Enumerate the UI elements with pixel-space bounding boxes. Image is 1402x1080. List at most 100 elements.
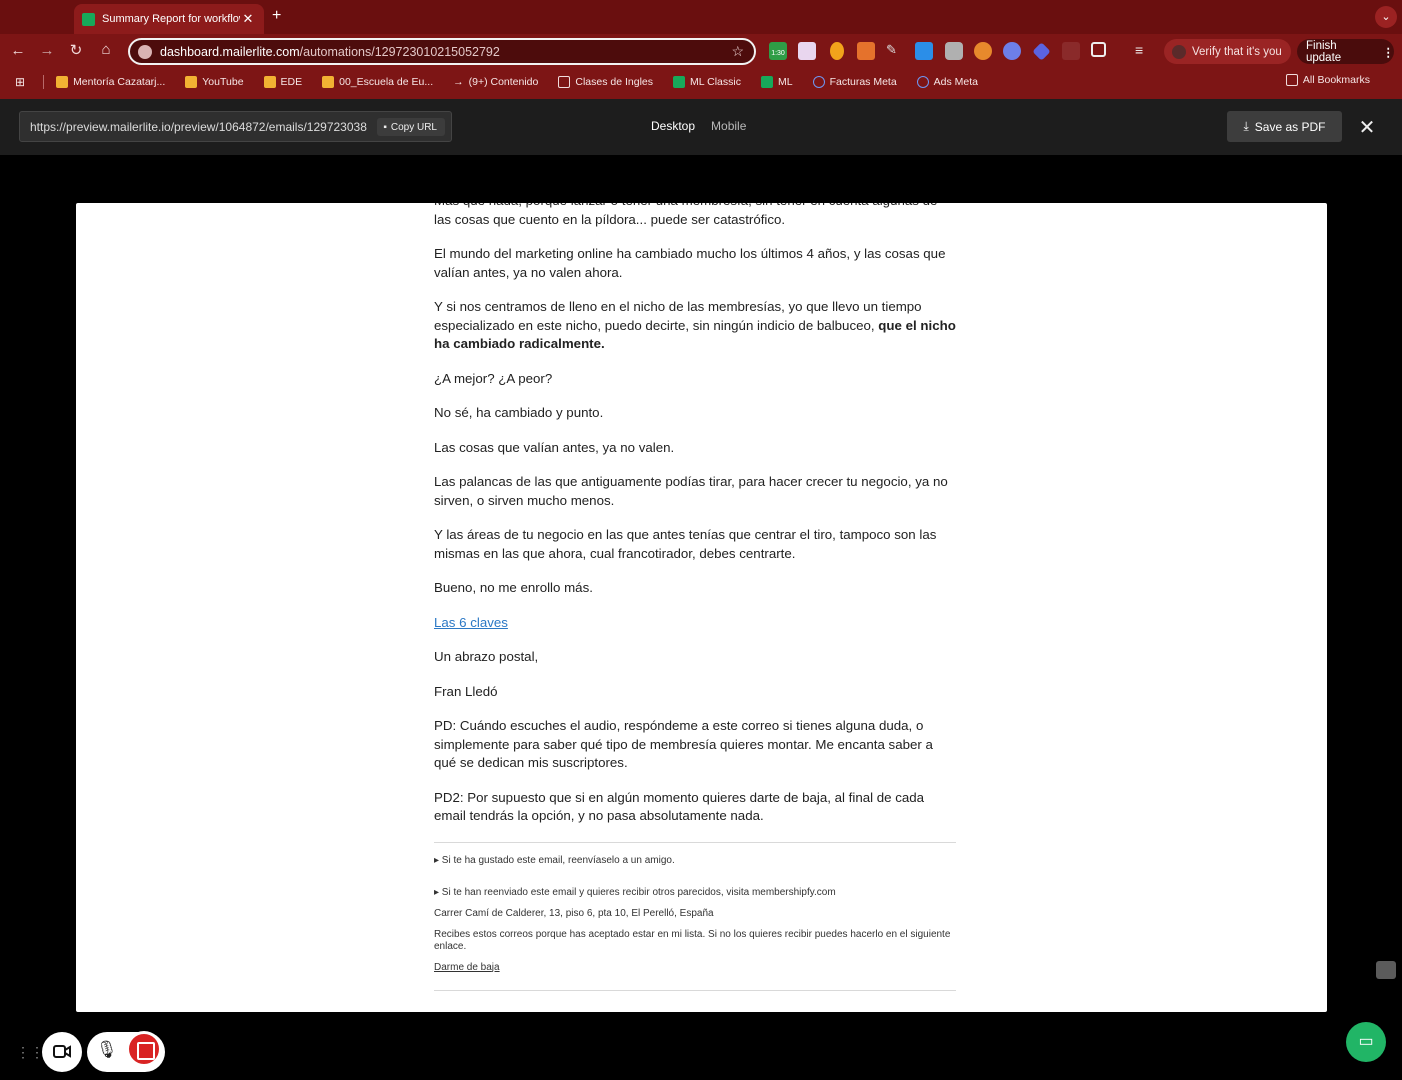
extension-mail-icon[interactable]: [798, 42, 816, 60]
drag-handle-icon[interactable]: ⋮⋮: [16, 1044, 44, 1062]
bookmark-item[interactable]: YouTube: [185, 76, 244, 88]
bookmark-item[interactable]: Mentoría Cazatarj...: [56, 76, 165, 88]
all-bookmarks-label: All Bookmarks: [1302, 74, 1370, 86]
meta-icon: [812, 76, 825, 88]
arrow-right-icon: →: [453, 76, 464, 88]
email-paragraph: Y si nos centramos de lleno en el nicho …: [434, 298, 956, 354]
footer-text: ▸ Si te ha gustado este email, reenvíase…: [434, 854, 675, 866]
email-paragraph: Más que nada, porque lanzar o tener una …: [434, 203, 937, 227]
claves-link[interactable]: Las 6 claves: [434, 615, 508, 630]
bookmark-item[interactable]: 00_Escuela de Eu...: [322, 76, 433, 88]
extension-pen-icon[interactable]: ✎: [886, 42, 904, 60]
email-paragraph: Y las áreas de tu negocio en las que ant…: [434, 527, 937, 561]
email-body: Más que nada, porque lanzar o tener una …: [434, 203, 956, 1003]
extension-orange-icon[interactable]: [857, 42, 875, 60]
home-icon[interactable]: ⌂: [96, 41, 116, 58]
folder-icon: [1285, 74, 1298, 86]
all-bookmarks[interactable]: All Bookmarks: [1285, 74, 1370, 86]
extensions-puzzle-icon[interactable]: [1091, 42, 1106, 57]
sheets-favicon-icon: [82, 12, 95, 26]
bookmark-item[interactable]: ML Classic: [673, 76, 741, 88]
preview-header: https://preview.mailerlite.io/preview/10…: [0, 99, 1402, 155]
close-preview-icon[interactable]: ✕: [1357, 115, 1377, 140]
browser-tab[interactable]: Summary Report for workflow ✕: [74, 4, 264, 34]
bookmarks-bar: ⊞ Mentoría Cazatarj... YouTube EDE 00_Es…: [0, 71, 1402, 93]
extension-bulb-icon[interactable]: [830, 42, 844, 60]
reading-list-icon[interactable]: ≡: [1135, 42, 1153, 60]
copy-icon: ▪: [383, 121, 387, 133]
preview-stage: Más que nada, porque lanzar o tener una …: [0, 155, 1402, 1080]
bookmark-label: Mentoría Cazatarj...: [73, 76, 166, 88]
bookmark-star-icon[interactable]: ☆: [731, 43, 744, 60]
bookmark-label: YouTube: [202, 76, 244, 88]
bookmark-folder[interactable]: Clases de Ingles: [558, 76, 653, 88]
microphone-icon[interactable]: 🎙: [96, 1040, 118, 1060]
screenshot-tool-icon[interactable]: [1376, 961, 1396, 979]
site-info-icon[interactable]: [138, 44, 152, 59]
bookmark-item[interactable]: Ads Meta: [916, 76, 978, 88]
copy-url-button[interactable]: ▪ Copy URL: [377, 118, 445, 136]
tab-search-chevron-icon[interactable]: ⌄: [1375, 6, 1397, 28]
email-paragraph: Las cosas que valían antes, ya no valen.: [434, 439, 675, 455]
extension-camera-icon[interactable]: [945, 42, 963, 60]
footer-divider: [434, 841, 956, 843]
preview-url-text: https://preview.mailerlite.io/preview/10…: [30, 119, 367, 134]
bookmarks-divider: [43, 75, 45, 89]
url-path: /automations/129723010215052792: [299, 44, 500, 59]
email-paragraph: Las 6 claves: [434, 614, 956, 633]
apps-grid-icon[interactable]: ⊞: [15, 75, 25, 89]
extension-fox-icon[interactable]: [974, 42, 992, 60]
recorder-controls: ⋮⋮ 🎙: [0, 1027, 200, 1077]
bookmark-label: ML: [777, 76, 793, 88]
url-host: dashboard.mailerlite.com: [160, 44, 300, 59]
bookmark-item[interactable]: EDE: [263, 76, 303, 88]
folder-icon: [558, 76, 571, 88]
bookmark-item[interactable]: ML: [760, 76, 793, 88]
extension-tag-icon[interactable]: [1032, 42, 1051, 61]
email-signature: Fran Lledó: [434, 683, 498, 699]
email-paragraph: PD: Cuándo escuches el audio, respóndeme…: [434, 718, 933, 770]
unsubscribe-link[interactable]: Darme de baja: [434, 962, 500, 973]
save-as-pdf-button[interactable]: ⤓ Save as PDF: [1227, 111, 1342, 142]
chat-support-icon[interactable]: ▭: [1346, 1022, 1386, 1062]
drive-icon: [322, 76, 335, 88]
tab-title: Summary Report for workflow: [102, 13, 240, 25]
email-paragraph: No sé, ha cambiado y punto.: [434, 405, 604, 420]
address-bar[interactable]: dashboard.mailerlite.com/automations/129…: [128, 38, 756, 65]
more-menu-icon[interactable]: ⋮: [1383, 45, 1395, 59]
camera-button[interactable]: [42, 1032, 82, 1072]
verify-account-button[interactable]: Verify that it's you: [1164, 39, 1291, 64]
forward-icon[interactable]: →: [37, 42, 57, 59]
bookmark-label: ML Classic: [690, 76, 741, 88]
view-toggle: Desktop Mobile: [651, 119, 746, 133]
tab-desktop[interactable]: Desktop: [651, 119, 695, 133]
stop-recording-button[interactable]: [126, 1031, 162, 1067]
bookmark-item[interactable]: Facturas Meta: [812, 76, 897, 88]
preview-url-field[interactable]: https://preview.mailerlite.io/preview/10…: [19, 111, 452, 142]
new-tab-icon[interactable]: +: [272, 7, 281, 25]
drive-icon: [185, 76, 198, 88]
bookmark-label: EDE: [280, 76, 303, 88]
browser-chrome: Summary Report for workflow ✕ + ⌄ ← → ↻ …: [0, 0, 1402, 99]
reload-icon[interactable]: ↻: [66, 41, 86, 59]
drive-icon: [56, 76, 69, 88]
footer-unsubscribe: Darme de baja: [434, 962, 956, 974]
drive-icon: [263, 76, 276, 88]
extension-play-icon[interactable]: [915, 42, 933, 60]
email-paragraph: PD2: Por supuesto que si en algún moment…: [434, 789, 925, 824]
email-preview-frame[interactable]: Más que nada, porque lanzar o tener una …: [76, 203, 1327, 1012]
extension-globe-icon[interactable]: [1003, 42, 1021, 60]
verify-label: Verify that it's you: [1192, 45, 1282, 58]
close-tab-icon[interactable]: ✕: [240, 11, 256, 27]
extension-timer-icon[interactable]: 1:30: [769, 42, 787, 60]
back-icon[interactable]: ←: [8, 42, 28, 59]
email-paragraph: El mundo del marketing online ha cambiad…: [434, 246, 946, 280]
email-paragraph: Las palancas de las que antiguamente pod…: [434, 474, 948, 508]
copy-url-label: Copy URL: [390, 121, 437, 133]
bookmark-item[interactable]: → (9+) Contenido: [453, 76, 538, 88]
finish-update-button[interactable]: Finish update ⋮: [1297, 39, 1394, 64]
download-icon: ⤓: [1243, 119, 1249, 133]
extension-dark-icon[interactable]: [1062, 42, 1080, 60]
profile-avatar: [1172, 44, 1186, 59]
tab-mobile[interactable]: Mobile: [711, 119, 746, 133]
